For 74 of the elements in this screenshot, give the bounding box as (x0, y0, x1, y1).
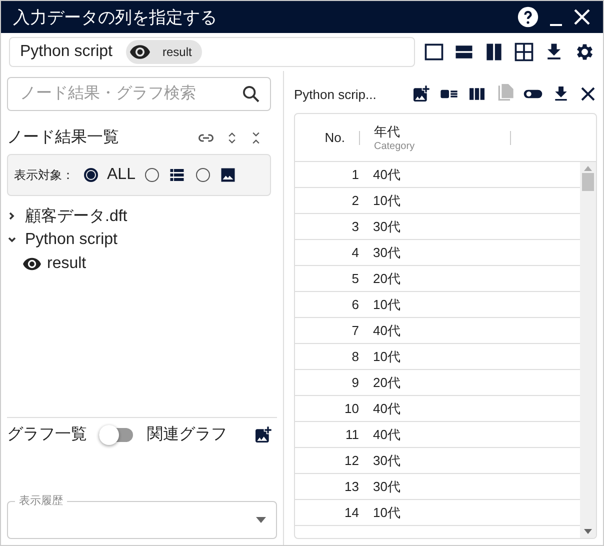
scroll-down-icon[interactable] (584, 529, 592, 534)
filter-option[interactable]: ALL (84, 166, 136, 184)
single-layout-icon[interactable] (423, 41, 445, 63)
table-cell-text: 13 (344, 479, 359, 494)
filter-option[interactable] (145, 166, 186, 184)
add-image-icon[interactable] (411, 84, 431, 104)
table-cell-text: 10代 (372, 296, 400, 314)
eye-icon (23, 255, 41, 273)
table-cell-text: 20代 (372, 374, 400, 392)
radio-button[interactable] (196, 168, 210, 182)
dropdown-arrow-icon[interactable] (256, 517, 266, 523)
image-icon[interactable] (219, 166, 238, 184)
panel-title: Python scrip... (294, 86, 378, 102)
node-selector[interactable]: Python script result (9, 37, 415, 67)
table-cell-text: 9 (350, 375, 359, 390)
field-label: 表示履歴 (15, 493, 67, 508)
table-cell-text: 10 (344, 401, 359, 416)
tree-label: Python script (25, 231, 118, 249)
window-title: 入力データの列を指定する (13, 6, 218, 28)
table-cell-text: 12 (344, 453, 359, 468)
table-cell-text: 30代 (372, 218, 400, 236)
scroll-thumb[interactable] (582, 173, 594, 191)
table-cell-text: 7 (350, 323, 359, 338)
column-type: Category (374, 141, 416, 152)
column-header[interactable]: 年代 (374, 123, 510, 141)
table-cell-text: 3 (350, 219, 359, 234)
table-cell-text: 8 (350, 349, 359, 364)
list-icon[interactable] (168, 166, 186, 184)
table-cell-text: 30代 (372, 478, 400, 496)
toggle-switch[interactable] (99, 424, 135, 444)
table-cell-text: 40代 (372, 166, 400, 184)
table-cell-text: 11 (344, 427, 359, 442)
tree-label: 顧客データ.dft (25, 206, 128, 226)
table-cell-text: 2 (350, 193, 359, 208)
help-icon[interactable] (517, 6, 539, 28)
output-name: result (162, 45, 192, 59)
tree-label: result (47, 255, 86, 273)
eye-icon (130, 42, 150, 62)
table-cell-text: 4 (350, 245, 359, 260)
close-icon[interactable] (579, 85, 597, 103)
table-cell-text: 5 (350, 271, 359, 286)
toggle-label: 関連グラフ (147, 424, 228, 445)
table-cell-text: 30代 (372, 452, 400, 470)
scrollbar[interactable] (580, 162, 596, 538)
table-cell-text: 14 (344, 505, 359, 520)
table-cell-text: 10代 (372, 192, 400, 210)
column-header[interactable]: No. (324, 130, 345, 145)
tree-item[interactable]: Python script (7, 228, 277, 252)
chevron-down-icon[interactable] (7, 235, 17, 245)
filter-option[interactable] (196, 166, 238, 184)
filter-label: 表示対象： (14, 166, 74, 184)
table-cell-text: 40代 (372, 400, 400, 418)
toggle-label: グラフ一覧 (7, 425, 87, 445)
tree-item[interactable]: result (7, 252, 277, 276)
table-cell-text: 40代 (372, 322, 400, 340)
output-chip[interactable]: result (126, 40, 202, 64)
table-cell-text: 6 (350, 297, 359, 312)
grid-layout-icon[interactable] (513, 41, 535, 63)
search-icon[interactable] (241, 84, 261, 104)
table-cell-text: 10代 (372, 348, 400, 366)
table-cell-text: 10代 (372, 504, 400, 522)
search-field[interactable]: ノード結果・グラフ検索 (7, 77, 271, 111)
add-image-icon[interactable] (253, 424, 273, 444)
chevron-right-icon[interactable] (7, 211, 17, 221)
node-name: Python script (20, 43, 112, 61)
radio-button[interactable] (84, 168, 98, 182)
table-cell-text: 40代 (372, 426, 400, 444)
section-title: ノード結果一覧 (7, 128, 120, 148)
table-cell-text: 1 (350, 167, 359, 182)
table-cell-text: 20代 (372, 270, 400, 288)
table-cell-text: 30代 (372, 244, 400, 262)
close-icon[interactable] (573, 8, 591, 26)
tree-item[interactable]: 顧客データ.dft (7, 204, 277, 228)
radio-button[interactable] (145, 168, 160, 182)
